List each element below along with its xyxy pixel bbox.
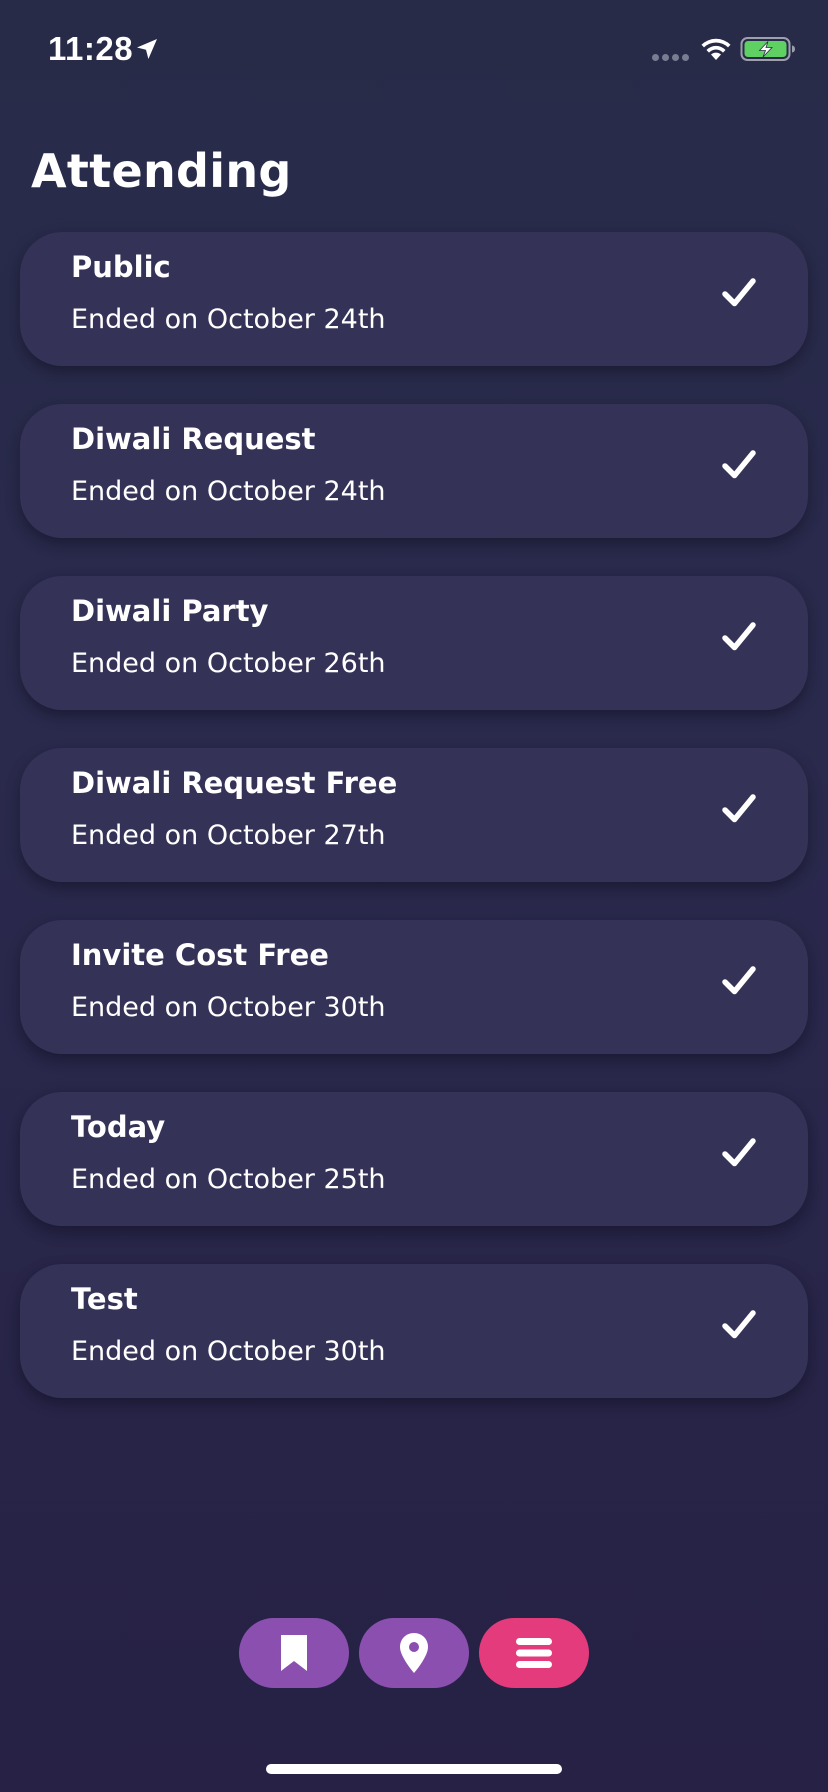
page-title: Attending — [31, 144, 292, 198]
bottom-nav — [239, 1618, 589, 1688]
event-list: Public Ended on October 24th Diwali Requ… — [20, 232, 808, 1436]
event-title: Invite Cost Free — [71, 938, 329, 972]
event-card[interactable]: Test Ended on October 30th — [20, 1264, 808, 1398]
menu-icon — [516, 1638, 552, 1668]
event-card[interactable]: Public Ended on October 24th — [20, 232, 808, 366]
checkmark-icon — [722, 1310, 756, 1339]
event-title: Diwali Request Free — [71, 766, 398, 800]
event-end-date: Ended on October 30th — [71, 1336, 386, 1367]
checkmark-icon — [722, 450, 756, 479]
event-end-date: Ended on October 26th — [71, 648, 386, 679]
event-title: Diwali Party — [71, 594, 269, 628]
checkmark-icon — [722, 966, 756, 995]
location-arrow-icon — [137, 39, 157, 59]
status-bar: 11:28 — [0, 0, 828, 100]
status-time: 11:28 — [48, 30, 134, 67]
bookmarks-button[interactable] — [239, 1618, 349, 1688]
checkmark-icon — [722, 278, 756, 307]
event-title: Diwali Request — [71, 422, 316, 456]
event-card[interactable]: Diwali Request Ended on October 24th — [20, 404, 808, 538]
event-end-date: Ended on October 24th — [71, 304, 386, 335]
menu-button[interactable] — [479, 1618, 589, 1688]
map-pin-icon — [400, 1633, 428, 1673]
event-title: Public — [71, 250, 171, 284]
event-title: Test — [71, 1282, 138, 1316]
event-title: Today — [71, 1110, 166, 1144]
checkmark-icon — [722, 794, 756, 823]
battery-charging-icon — [740, 37, 795, 61]
map-button[interactable] — [359, 1618, 469, 1688]
checkmark-icon — [722, 622, 756, 651]
event-end-date: Ended on October 25th — [71, 1164, 386, 1195]
wifi-icon — [701, 38, 731, 60]
event-card[interactable]: Today Ended on October 25th — [20, 1092, 808, 1226]
event-end-date: Ended on October 27th — [71, 820, 386, 851]
checkmark-icon — [722, 1138, 756, 1167]
event-end-date: Ended on October 30th — [71, 992, 386, 1023]
signal-dots-icon — [652, 54, 690, 62]
bookmark-icon — [281, 1635, 307, 1671]
event-card[interactable]: Diwali Request Free Ended on October 27t… — [20, 748, 808, 882]
event-card[interactable]: Diwali Party Ended on October 26th — [20, 576, 808, 710]
home-indicator[interactable] — [266, 1764, 562, 1774]
event-card[interactable]: Invite Cost Free Ended on October 30th — [20, 920, 808, 1054]
event-end-date: Ended on October 24th — [71, 476, 386, 507]
